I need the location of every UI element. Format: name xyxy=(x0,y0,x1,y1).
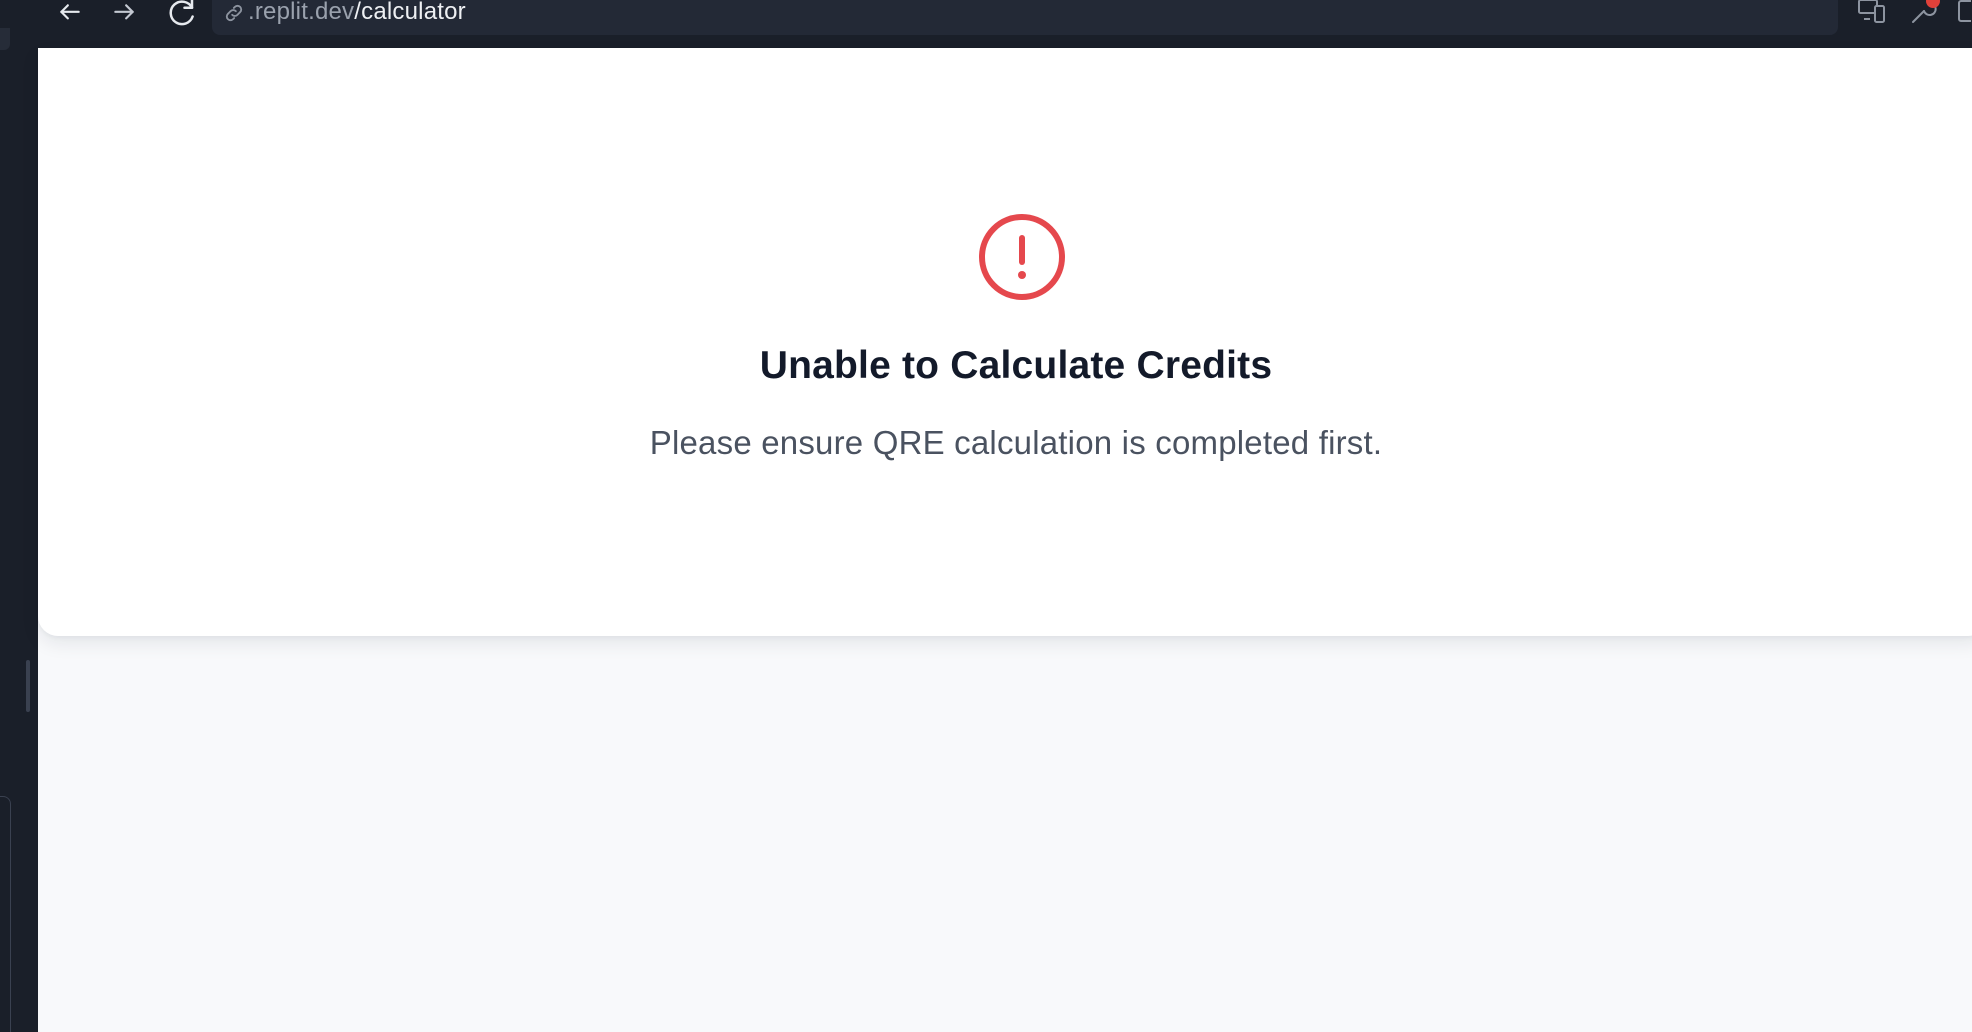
devices-icon xyxy=(1857,0,1887,30)
error-title: Unable to Calculate Credits xyxy=(759,344,1273,387)
error-card: Unable to Calculate Credits Please ensur… xyxy=(38,48,1972,636)
forward-button[interactable] xyxy=(104,0,144,28)
panel-button[interactable] xyxy=(1956,0,1972,28)
url-text: .replit.dev/calculator xyxy=(248,0,466,26)
error-message: Please ensure QRE calculation is complet… xyxy=(649,424,1383,461)
browser-toolbar: .replit.dev/calculator xyxy=(0,0,1972,48)
sidebar-corner xyxy=(0,28,10,50)
app-root: .replit.dev/calculator Unable to Calcula… xyxy=(0,0,1972,1032)
left-sidebar-strip xyxy=(0,28,38,1032)
url-path: /calculator xyxy=(354,0,466,25)
address-bar[interactable]: .replit.dev/calculator xyxy=(212,0,1838,35)
notification-badge xyxy=(1926,0,1940,8)
url-host: .replit.dev xyxy=(248,0,355,25)
back-button[interactable] xyxy=(50,0,90,28)
link-icon xyxy=(222,1,246,25)
alert-circle-icon xyxy=(977,212,1067,302)
reload-button[interactable] xyxy=(162,0,202,28)
devices-button[interactable] xyxy=(1856,0,1888,28)
sidebar-panel-edge xyxy=(0,796,11,1032)
resize-handle[interactable] xyxy=(26,660,30,712)
tools-button[interactable] xyxy=(1906,0,1940,28)
page-content: Unable to Calculate Credits Please ensur… xyxy=(38,48,1972,1032)
arrow-left-icon xyxy=(57,1,83,27)
reload-icon xyxy=(167,0,197,29)
arrow-right-icon xyxy=(111,1,137,27)
panel-icon xyxy=(1957,0,1972,30)
